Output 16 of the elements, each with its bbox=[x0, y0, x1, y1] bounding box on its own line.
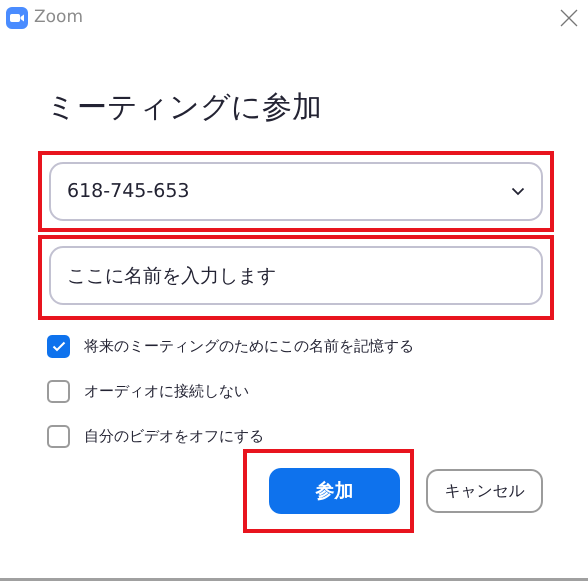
checkbox-label: オーディオに接続しない bbox=[84, 381, 249, 402]
checkbox[interactable] bbox=[47, 425, 70, 448]
join-button[interactable]: 参加 bbox=[269, 468, 400, 514]
window-title: Zoom bbox=[34, 6, 84, 30]
meeting-id-dropdown[interactable]: 618-745-653 bbox=[49, 162, 543, 221]
close-button[interactable] bbox=[560, 9, 578, 27]
name-field[interactable]: ここに名前を入力します bbox=[49, 246, 543, 305]
checkmark-icon bbox=[52, 341, 66, 352]
video-camera-icon bbox=[6, 7, 28, 29]
dialog-heading: ミーティングに参加 bbox=[46, 89, 323, 127]
checkbox-label: 自分のビデオをオフにする bbox=[84, 426, 264, 448]
checkbox[interactable] bbox=[47, 380, 70, 403]
checkbox[interactable] bbox=[47, 335, 70, 358]
checkbox-label: 将来のミーティングのためにこの名前を記憶する bbox=[84, 336, 414, 358]
cancel-button[interactable]: キャンセル bbox=[426, 469, 543, 513]
chevron-down-icon bbox=[511, 187, 525, 196]
